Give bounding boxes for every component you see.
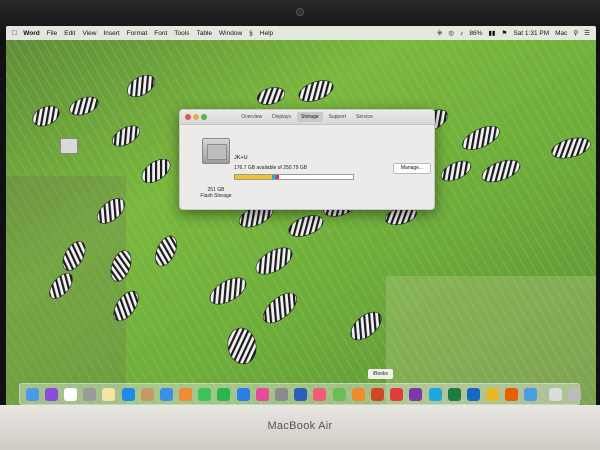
menu-table[interactable]: Table bbox=[196, 30, 212, 37]
powerpoint-icon[interactable] bbox=[370, 387, 384, 401]
calendar-icon[interactable] bbox=[63, 387, 77, 401]
menu-view[interactable]: View bbox=[82, 30, 96, 37]
excel-icon[interactable] bbox=[447, 387, 461, 401]
tab-displays[interactable]: Displays bbox=[268, 112, 295, 122]
usage-segment-2 bbox=[276, 175, 279, 179]
desktop-wallpaper bbox=[6, 26, 596, 406]
flag-icon[interactable]: ⚑ bbox=[502, 29, 508, 37]
volume-name: JK+U bbox=[234, 155, 248, 161]
battery-percent[interactable]: 86% bbox=[469, 30, 482, 37]
about-this-mac-window: Overview Displays Storage Support Servic… bbox=[179, 109, 435, 210]
outlook-icon[interactable] bbox=[466, 387, 480, 401]
menu-clock[interactable]: Sat 1:31 PM bbox=[513, 30, 549, 37]
system-preferences-icon[interactable] bbox=[275, 387, 289, 401]
itunes-icon[interactable] bbox=[255, 387, 269, 401]
onenote-icon[interactable] bbox=[409, 387, 423, 401]
siri-icon[interactable] bbox=[44, 387, 58, 401]
menu-edit[interactable]: Edit bbox=[64, 30, 75, 37]
camera bbox=[296, 8, 304, 16]
contacts-icon[interactable] bbox=[140, 387, 154, 401]
launchpad-icon[interactable] bbox=[83, 387, 97, 401]
volume-icon[interactable]: ♪ bbox=[460, 30, 463, 37]
menu-user[interactable]: Mac bbox=[555, 30, 567, 37]
skype-icon[interactable] bbox=[428, 387, 442, 401]
menu-bar:  Word File Edit View Insert Format Font… bbox=[6, 26, 596, 40]
battery-icon[interactable]: ▮▮ bbox=[488, 29, 495, 37]
app-store-icon[interactable] bbox=[236, 387, 250, 401]
status-area: ※ ◎ ♪ 86% ▮▮ ⚑ Sat 1:31 PM Mac ⚲ ☰ bbox=[437, 29, 590, 38]
menu-app-name[interactable]: Word bbox=[23, 30, 40, 37]
finder-icon[interactable] bbox=[25, 387, 39, 401]
tab-support[interactable]: Support bbox=[325, 112, 351, 122]
close-button[interactable] bbox=[185, 114, 191, 120]
menu-format[interactable]: Format bbox=[127, 30, 148, 37]
facetime-icon[interactable] bbox=[217, 387, 231, 401]
safari-icon[interactable] bbox=[121, 387, 135, 401]
tab-storage[interactable]: Storage bbox=[297, 112, 323, 122]
script-menu-icon[interactable]: § bbox=[249, 30, 253, 37]
menu-window[interactable]: Window bbox=[219, 30, 242, 37]
chrome-icon[interactable] bbox=[524, 387, 538, 401]
menu-file[interactable]: File bbox=[47, 30, 57, 37]
dock bbox=[19, 383, 581, 405]
minimize-button[interactable] bbox=[193, 114, 199, 120]
menu-tools[interactable]: Tools bbox=[174, 30, 189, 37]
menu-insert[interactable]: Insert bbox=[103, 30, 119, 37]
help-icon[interactable] bbox=[390, 387, 404, 401]
messages-icon[interactable] bbox=[198, 387, 212, 401]
disk-type: Flash Storage bbox=[200, 193, 232, 199]
manage-button[interactable]: Manage... bbox=[393, 163, 431, 174]
documents-icon[interactable] bbox=[548, 387, 562, 401]
trash-icon[interactable] bbox=[567, 387, 581, 401]
available-space: 176.7 GB available of 250.79 GB bbox=[234, 165, 308, 171]
spotlight-icon[interactable]: ⚲ bbox=[573, 29, 578, 37]
desktop-disk-icon[interactable] bbox=[60, 138, 78, 154]
bluetooth-icon[interactable]: ※ bbox=[437, 29, 442, 37]
menu-font[interactable]: Font bbox=[154, 30, 167, 37]
music-icon[interactable] bbox=[313, 387, 327, 401]
maps-icon[interactable] bbox=[332, 387, 346, 401]
screen:  Word File Edit View Insert Format Font… bbox=[6, 26, 596, 406]
menu-help[interactable]: Help bbox=[260, 30, 273, 37]
mail-icon[interactable] bbox=[159, 387, 173, 401]
storage-usage-bar bbox=[234, 174, 354, 180]
tab-service[interactable]: Service bbox=[352, 112, 377, 122]
teams-icon[interactable] bbox=[486, 387, 500, 401]
laptop-frame:  Word File Edit View Insert Format Font… bbox=[0, 0, 600, 450]
wifi-icon[interactable]: ◎ bbox=[448, 29, 454, 37]
notification-center-icon[interactable]: ☰ bbox=[584, 29, 590, 37]
firefox-icon[interactable] bbox=[505, 387, 519, 401]
window-titlebar: Overview Displays Storage Support Servic… bbox=[180, 110, 434, 125]
apple-menu-icon[interactable]:  bbox=[12, 30, 17, 37]
photos-icon[interactable] bbox=[179, 387, 193, 401]
flash-storage-icon bbox=[202, 138, 230, 164]
ibooks-icon[interactable] bbox=[351, 387, 365, 401]
laptop-model-label: MacBook Air bbox=[267, 420, 333, 432]
tab-overview[interactable]: Overview bbox=[237, 112, 266, 122]
dock-tooltip: iBooks bbox=[368, 369, 394, 379]
usage-segment-0 bbox=[235, 175, 272, 179]
word-icon[interactable] bbox=[294, 387, 308, 401]
zoom-button[interactable] bbox=[201, 114, 207, 120]
notes-icon[interactable] bbox=[102, 387, 116, 401]
